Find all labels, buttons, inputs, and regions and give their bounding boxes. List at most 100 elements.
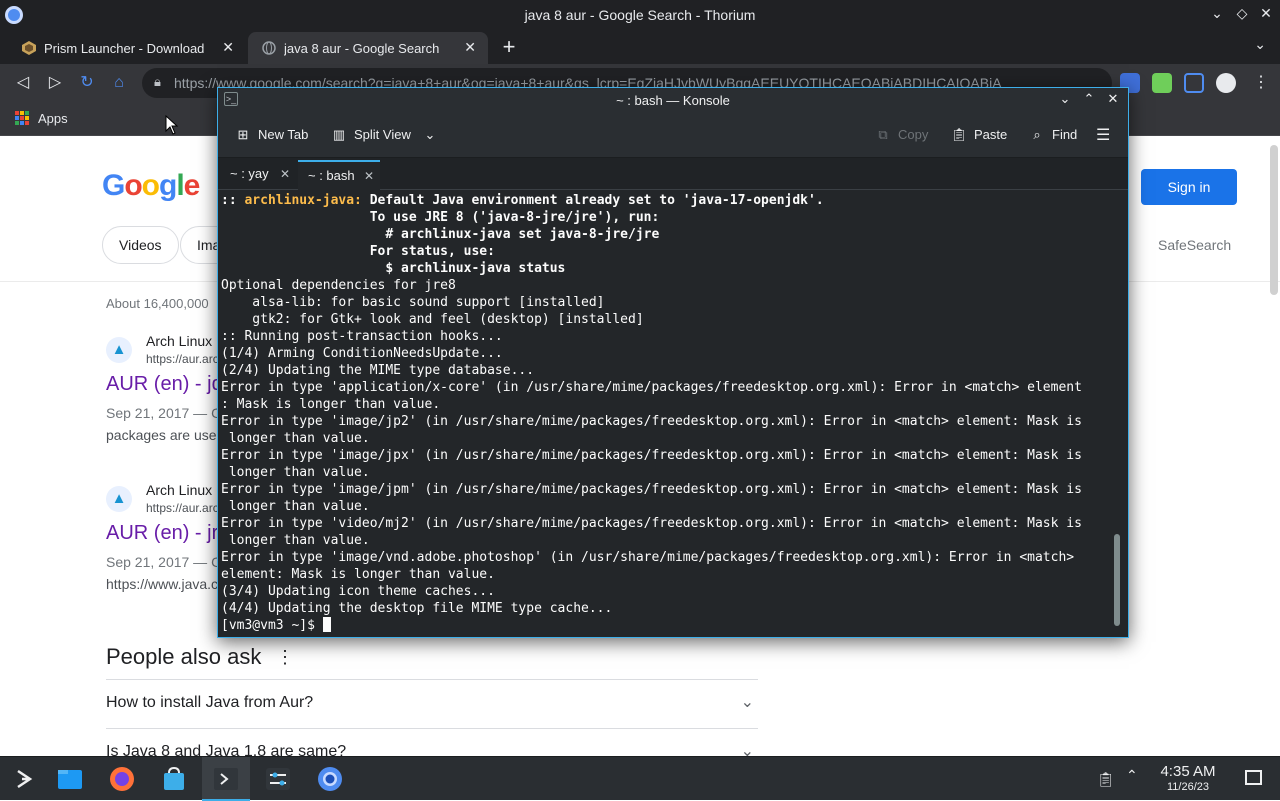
term-line: $ archlinux-java status xyxy=(221,261,566,276)
lock-icon[interactable]: 🔒︎ xyxy=(154,74,161,90)
term-line: (2/4) Updating the MIME type database... xyxy=(221,363,535,378)
konsole-tab-yay[interactable]: ~ : yay ✕ xyxy=(220,160,296,190)
chip-videos[interactable]: Videos xyxy=(102,226,179,264)
minimize-icon[interactable]: ⌄ xyxy=(1207,5,1227,22)
maximize-icon[interactable]: ◇ xyxy=(1232,5,1252,22)
copy-label: Copy xyxy=(898,127,929,142)
apps-grid-icon[interactable] xyxy=(15,111,29,125)
close-tab-icon[interactable]: ✕ xyxy=(280,160,290,188)
split-view-label: Split View xyxy=(354,127,411,142)
taskbar-discover[interactable] xyxy=(150,757,198,801)
software-store-icon xyxy=(164,766,184,790)
safesearch-link[interactable]: SafeSearch xyxy=(1158,237,1231,253)
clock-date[interactable]: 11/26/23 xyxy=(1150,781,1226,793)
close-icon[interactable]: ✕ xyxy=(1104,91,1122,107)
result-date: Sep 21, 2017 — C xyxy=(106,405,222,421)
find-button[interactable]: ⌕ Find xyxy=(1028,127,1077,143)
chevron-down-icon: ⌄ xyxy=(424,127,436,142)
terminal-scrollbar[interactable] xyxy=(1114,534,1120,626)
forward-icon[interactable]: ▷ xyxy=(44,72,66,94)
back-icon[interactable]: ◁ xyxy=(12,72,34,94)
term-line: Optional dependencies for jre8 xyxy=(221,278,456,293)
result-title-link[interactable]: AUR (en) - jd xyxy=(106,373,223,396)
taskbar-firefox[interactable] xyxy=(98,757,146,801)
konsole-titlebar: >_ ~ : bash — Konsole ⌄ ⌃ ✕ xyxy=(218,88,1128,114)
konsole-tab-bash[interactable]: ~ : bash ✕ xyxy=(298,160,380,190)
profile-avatar-icon[interactable] xyxy=(1216,73,1236,93)
term-line: To use JRE 8 ('java-8-jre/jre'), run: xyxy=(221,210,660,225)
term-line: element: Mask is longer than value. xyxy=(221,567,495,582)
maximize-icon[interactable]: ⌃ xyxy=(1080,91,1098,107)
term-line: longer than value. xyxy=(221,499,370,514)
paste-label: Paste xyxy=(974,127,1008,142)
sign-in-button[interactable]: Sign in xyxy=(1141,169,1237,205)
hamburger-menu-icon[interactable]: ☰ xyxy=(1096,125,1110,145)
menu-kebab-icon[interactable]: ⋮ xyxy=(1250,72,1272,94)
new-tab-button[interactable]: ⊞ New Tab xyxy=(234,127,309,143)
konsole-toolbar: ⊞ New Tab ▥ Split View ⌄ ⧉ Copy 📋︎ Paste ⌕ Fi… xyxy=(218,114,1128,158)
reload-icon[interactable]: ↻ xyxy=(76,72,98,94)
firefox-icon xyxy=(110,767,134,791)
search-icon: ⌕ xyxy=(1033,127,1041,142)
new-tab-label: New Tab xyxy=(258,127,309,142)
result-title-link[interactable]: AUR (en) - jr xyxy=(106,522,218,545)
close-tab-icon[interactable]: ✕ xyxy=(464,39,476,56)
paa-question[interactable]: Is Java 8 and Java 1.8 are same? ⌄ xyxy=(106,728,758,756)
close-icon[interactable]: ✕ xyxy=(1256,5,1276,22)
google-logo[interactable]: Google xyxy=(102,169,200,203)
mouse-pointer-icon xyxy=(165,115,179,135)
application-launcher-icon xyxy=(17,769,33,789)
people-also-ask-title: People also ask xyxy=(106,644,262,669)
shell-prompt: [vm3@vm3 ~]$ xyxy=(221,618,323,633)
konsole-tabbar: ~ : yay ✕ ~ : bash ✕ xyxy=(218,158,1128,190)
system-tray-expand-icon[interactable]: ⌃ xyxy=(1126,767,1138,784)
new-tab-button[interactable]: + xyxy=(498,34,520,60)
result-site[interactable]: Arch Linux xyxy=(146,482,212,498)
result-url[interactable]: https://aur.arc xyxy=(146,352,219,366)
tab-search-chevron-icon[interactable]: ⌄ xyxy=(1254,36,1266,53)
chevron-down-icon[interactable]: ⌄ xyxy=(741,692,754,712)
side-panel-icon[interactable] xyxy=(1184,73,1204,93)
term-tag: archlinux-java: xyxy=(244,193,362,208)
taskbar-thorium[interactable] xyxy=(306,757,354,801)
page-scrollbar[interactable] xyxy=(1270,145,1278,295)
minimize-icon[interactable]: ⌄ xyxy=(1056,91,1074,107)
thorium-icon xyxy=(318,767,342,791)
paa-question[interactable]: How to install Java from Aur? ⌄ xyxy=(106,679,758,727)
paste-button[interactable]: 📋︎ Paste xyxy=(950,127,1008,143)
tab-prism-launcher[interactable]: Prism Launcher - Download ✕ xyxy=(8,32,246,64)
result-site[interactable]: Arch Linux xyxy=(146,333,212,349)
taskbar-system-settings[interactable] xyxy=(254,757,302,801)
taskbar-konsole[interactable] xyxy=(202,757,250,801)
home-icon[interactable]: ⌂ xyxy=(108,72,130,94)
term-line: Error in type 'image/jp2' (in /usr/share… xyxy=(221,414,1082,429)
term-line: longer than value. xyxy=(221,533,370,548)
clipboard-icon[interactable]: 📋︎ xyxy=(1097,771,1115,788)
find-label: Find xyxy=(1052,127,1078,142)
term-line: Error in type 'video/mj2' (in /usr/share… xyxy=(221,516,1082,531)
chevron-down-icon[interactable]: ⌄ xyxy=(741,741,754,756)
extension-flask-icon[interactable] xyxy=(1152,73,1172,93)
new-tab-icon: ⊞ xyxy=(237,127,249,142)
apps-bookmark[interactable]: Apps xyxy=(38,111,68,126)
close-tab-icon[interactable]: ✕ xyxy=(222,39,234,56)
tab-google-search[interactable]: java 8 aur - Google Search ✕ xyxy=(248,32,488,64)
application-launcher[interactable] xyxy=(0,757,48,801)
result-url[interactable]: https://aur.arc xyxy=(146,501,219,515)
system-settings-icon xyxy=(266,768,290,790)
split-view-button[interactable]: ▥ Split View ⌄ xyxy=(330,127,436,143)
close-tab-icon[interactable]: ✕ xyxy=(364,162,374,190)
clock-time[interactable]: 4:35 AM xyxy=(1150,763,1226,780)
browser-titlebar: java 8 aur - Google Search - Thorium ⌄ ◇… xyxy=(0,0,1280,30)
text-cursor xyxy=(322,617,331,632)
more-options-icon[interactable]: ⋮ xyxy=(276,647,294,668)
window-title: java 8 aur - Google Search - Thorium xyxy=(524,7,756,23)
tab-label: ~ : yay xyxy=(230,166,269,181)
copy-button[interactable]: ⧉ Copy xyxy=(874,127,928,143)
terminal-output[interactable]: :: archlinux-java: Default Java environm… xyxy=(221,192,1111,637)
term-line: longer than value. xyxy=(221,465,370,480)
taskbar-file-manager[interactable] xyxy=(46,757,94,801)
arch-linux-icon: ▲ xyxy=(106,486,132,512)
show-desktop-icon[interactable] xyxy=(1245,770,1262,785)
term-line: :: Running post-transaction hooks... xyxy=(221,329,503,344)
